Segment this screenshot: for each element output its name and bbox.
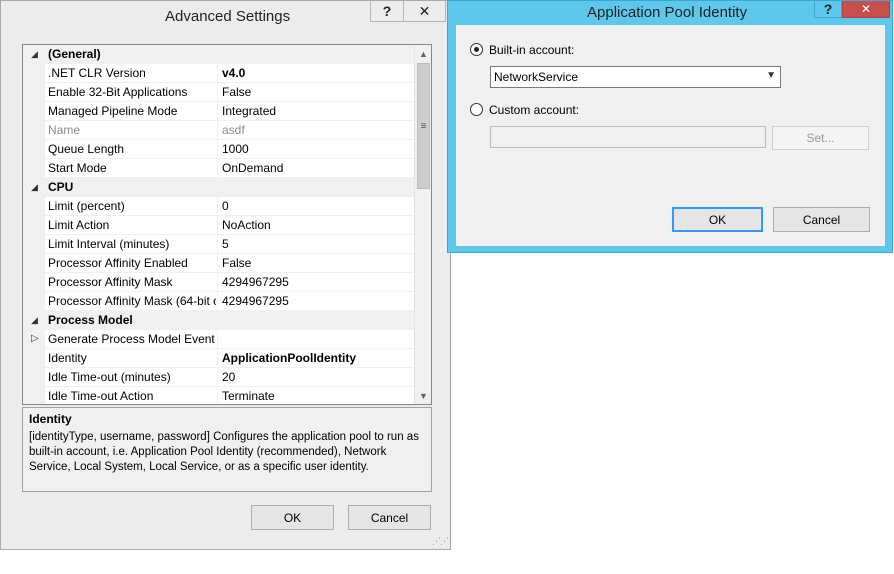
- property-row[interactable]: Limit Interval (minutes) 5: [23, 235, 415, 254]
- scroll-down-icon[interactable]: ▼: [415, 387, 431, 404]
- property-row[interactable]: Managed Pipeline Mode Integrated: [23, 102, 415, 121]
- custom-account-radio[interactable]: [470, 103, 483, 116]
- property-value[interactable]: 4294967295: [222, 275, 289, 289]
- property-row[interactable]: Queue Length 1000: [23, 140, 415, 159]
- help-button[interactable]: ?: [370, 1, 404, 22]
- property-row[interactable]: Idle Time-out (minutes) 20: [23, 368, 415, 387]
- category-label: (General): [48, 47, 101, 61]
- property-row[interactable]: Limit Action NoAction: [23, 216, 415, 235]
- help-button[interactable]: ?: [814, 1, 842, 18]
- property-row[interactable]: .NET CLR Version v4.0: [23, 64, 415, 83]
- property-name: Processor Affinity Mask (64-bit c: [48, 294, 216, 308]
- ok-button[interactable]: OK: [672, 207, 763, 232]
- property-row[interactable]: Processor Affinity Mask 4294967295: [23, 273, 415, 292]
- property-name: Idle Time-out (minutes): [48, 370, 171, 384]
- builtin-account-label[interactable]: Built-in account:: [489, 43, 574, 57]
- app-pool-identity-title: Application Pool Identity: [587, 4, 748, 21]
- property-value[interactable]: False: [222, 256, 251, 270]
- property-name: Name: [48, 123, 81, 137]
- description-panel: Identity [identityType, username, passwo…: [22, 407, 432, 492]
- property-row[interactable]: Processor Affinity Enabled False: [23, 254, 415, 273]
- scroll-up-icon[interactable]: ▲: [415, 45, 431, 62]
- dialog-body: Built-in account: NetworkService ▼ Custo…: [456, 25, 885, 246]
- property-name: Identity: [48, 351, 87, 365]
- close-icon: ✕: [418, 2, 431, 19]
- property-grid: ◢ (General) .NET CLR Version v4.0 Enable…: [22, 44, 432, 405]
- expand-icon[interactable]: ▷: [31, 333, 39, 344]
- property-name: Limit (percent): [48, 199, 125, 213]
- custom-account-label[interactable]: Custom account:: [489, 103, 579, 117]
- property-name: Processor Affinity Enabled: [48, 256, 188, 270]
- property-name: Limit Action: [48, 218, 110, 232]
- property-value[interactable]: ApplicationPoolIdentity: [222, 351, 356, 365]
- category-general[interactable]: ◢ (General): [23, 45, 415, 64]
- property-name: Start Mode: [48, 161, 107, 175]
- property-row[interactable]: Limit (percent) 0: [23, 197, 415, 216]
- advanced-settings-dialog: Advanced Settings ? ✕ ◢ (General) .NET C…: [0, 0, 451, 550]
- property-value[interactable]: v4.0: [222, 66, 245, 80]
- property-value[interactable]: Terminate: [222, 389, 275, 403]
- property-name: Enable 32-Bit Applications: [48, 85, 188, 99]
- property-value[interactable]: 0: [222, 199, 229, 213]
- custom-account-field: [490, 126, 766, 148]
- builtin-account-value: NetworkService: [494, 70, 579, 84]
- advanced-settings-title: Advanced Settings: [165, 8, 291, 25]
- property-name: Managed Pipeline Mode: [48, 104, 178, 118]
- property-row[interactable]: Enable 32-Bit Applications False: [23, 83, 415, 102]
- app-pool-identity-dialog: Application Pool Identity ? ✕ Built-in a…: [447, 0, 893, 253]
- set-button: Set...: [772, 126, 869, 150]
- category-label: CPU: [48, 180, 74, 194]
- description-title: Identity: [29, 412, 72, 426]
- property-row[interactable]: Idle Time-out Action Terminate: [23, 387, 415, 404]
- collapse-icon[interactable]: ◢: [31, 182, 38, 193]
- property-value[interactable]: OnDemand: [222, 161, 283, 175]
- description-text: [identityType, username, password] Confi…: [29, 431, 419, 473]
- chevron-down-icon: ▼: [766, 70, 776, 81]
- advanced-settings-titlebar[interactable]: Advanced Settings ? ✕: [1, 1, 450, 32]
- scrollbar-thumb[interactable]: ≡: [417, 63, 430, 189]
- property-value[interactable]: 20: [222, 370, 235, 384]
- property-row[interactable]: ▷ Generate Process Model Event L: [23, 330, 415, 349]
- category-process-model[interactable]: ◢ Process Model: [23, 311, 415, 330]
- builtin-account-radio[interactable]: [470, 43, 483, 56]
- category-cpu[interactable]: ◢ CPU: [23, 178, 415, 197]
- builtin-account-select[interactable]: NetworkService ▼: [490, 66, 781, 88]
- property-row-identity[interactable]: Identity ApplicationPoolIdentity: [23, 349, 415, 368]
- property-value[interactable]: NoAction: [222, 218, 271, 232]
- close-button[interactable]: ✕: [404, 1, 446, 22]
- vertical-scrollbar[interactable]: ▲ ≡ ▼: [414, 45, 431, 404]
- help-icon: ?: [382, 3, 392, 19]
- property-name: Generate Process Model Event L: [48, 332, 216, 346]
- property-row[interactable]: Processor Affinity Mask (64-bit c 429496…: [23, 292, 415, 311]
- property-name: Idle Time-out Action: [48, 389, 154, 403]
- cancel-button[interactable]: Cancel: [348, 505, 431, 530]
- help-icon: ?: [823, 1, 833, 17]
- property-row[interactable]: Name asdf: [23, 121, 415, 140]
- category-label: Process Model: [48, 313, 133, 327]
- collapse-icon[interactable]: ◢: [31, 49, 38, 60]
- property-name: Processor Affinity Mask: [48, 275, 173, 289]
- property-name: .NET CLR Version: [48, 66, 146, 80]
- property-value: asdf: [222, 123, 245, 137]
- grip-icon: ≡: [420, 121, 427, 132]
- property-value[interactable]: 4294967295: [222, 294, 289, 308]
- property-name: Limit Interval (minutes): [48, 237, 170, 251]
- property-value[interactable]: 1000: [222, 142, 249, 156]
- close-icon: ✕: [860, 2, 872, 16]
- property-value[interactable]: False: [222, 85, 251, 99]
- property-name: Queue Length: [48, 142, 125, 156]
- cancel-button[interactable]: Cancel: [773, 207, 870, 232]
- collapse-icon[interactable]: ◢: [31, 315, 38, 326]
- property-row[interactable]: Start Mode OnDemand: [23, 159, 415, 178]
- close-button[interactable]: ✕: [842, 1, 890, 18]
- ok-button[interactable]: OK: [251, 505, 334, 530]
- property-value[interactable]: 5: [222, 237, 229, 251]
- property-value[interactable]: Integrated: [222, 104, 276, 118]
- resize-grip-icon[interactable]: ⋰⋰: [432, 536, 449, 547]
